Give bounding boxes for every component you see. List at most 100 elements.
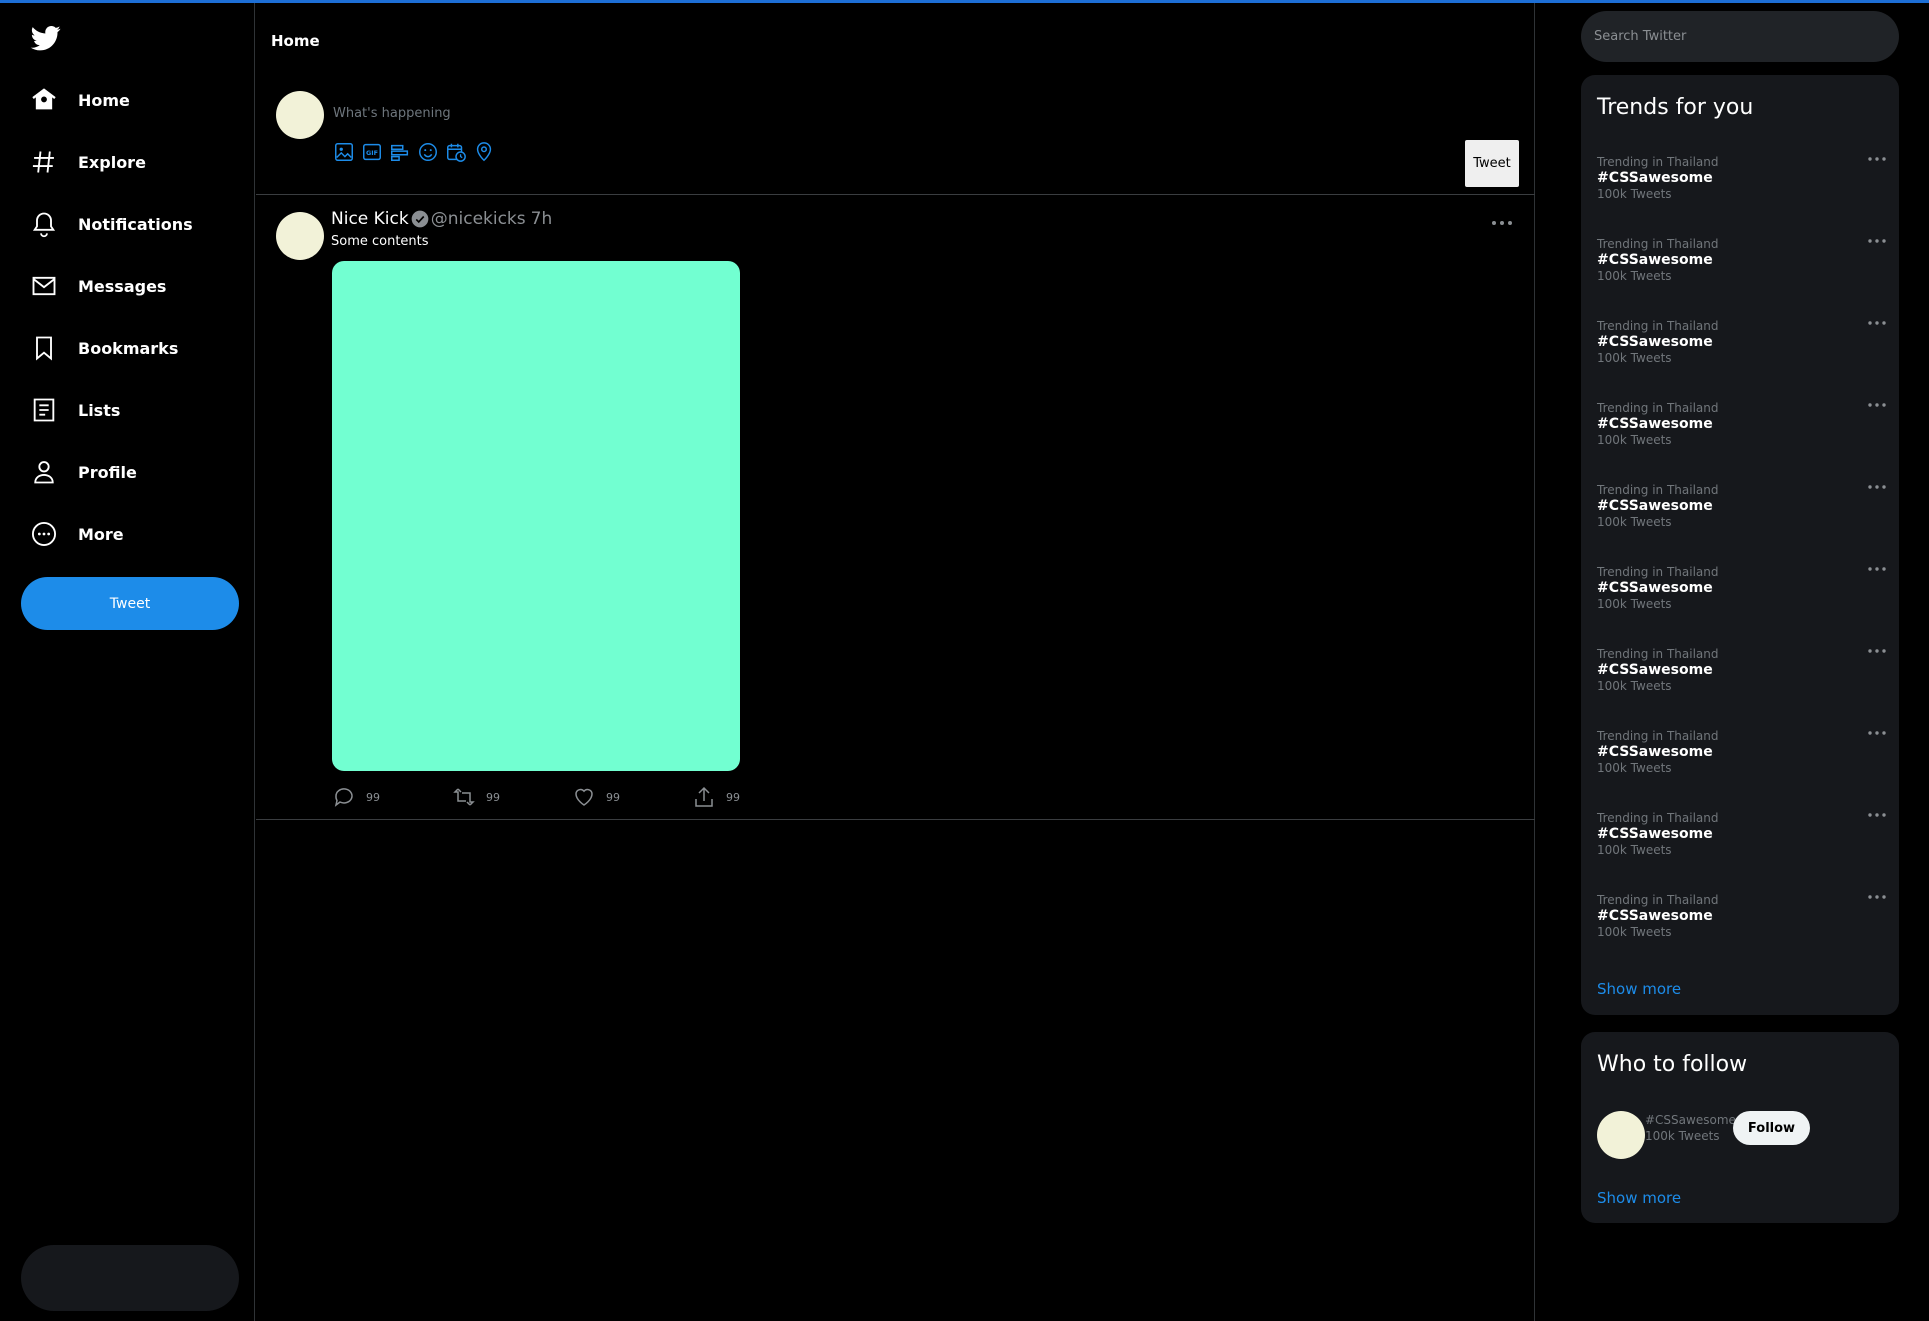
sidebar-tweet-button[interactable]: Tweet: [21, 577, 239, 630]
reply-icon: [334, 788, 353, 807]
trend-more-icon[interactable]: [1867, 401, 1887, 409]
retweet-icon: [453, 788, 475, 806]
trend-more-icon[interactable]: [1867, 237, 1887, 245]
nav-more[interactable]: More: [30, 514, 124, 554]
share-icon: [695, 786, 713, 807]
trend-more-icon[interactable]: [1867, 647, 1887, 655]
trend-more-icon[interactable]: [1867, 893, 1887, 901]
trends-show-more-link[interactable]: Show more: [1597, 980, 1681, 998]
nav-messages[interactable]: Messages: [30, 266, 166, 306]
post-avatar[interactable]: [276, 212, 324, 260]
trend-more-icon[interactable]: [1867, 319, 1887, 327]
search-input[interactable]: Search Twitter: [1581, 11, 1899, 62]
trend-count: 100k Tweets: [1597, 679, 1672, 693]
post-media[interactable]: [332, 261, 740, 771]
nav-home[interactable]: Home: [30, 80, 130, 120]
nav-label: Notifications: [78, 214, 193, 234]
trend-tag: #CSSawesome: [1597, 416, 1713, 432]
trend-tag: #CSSawesome: [1597, 498, 1713, 514]
nav-profile[interactable]: Profile: [30, 452, 137, 492]
image-icon[interactable]: [333, 141, 355, 163]
trend-tag: #CSSawesome: [1597, 744, 1713, 760]
trend-tag: #CSSawesome: [1597, 170, 1713, 186]
trend-item[interactable]: Trending in Thailand #CSSawesome 100k Twee…: [1597, 237, 1887, 297]
trend-tag: #CSSawesome: [1597, 580, 1713, 596]
gif-icon[interactable]: GIF: [361, 141, 383, 163]
trend-item[interactable]: Trending in Thailand #CSSawesome 100k Twee…: [1597, 729, 1887, 789]
reply-button[interactable]: 99: [332, 785, 452, 809]
nav-lists[interactable]: Lists: [30, 390, 120, 430]
who-to-follow-panel: Who to follow #CSSawesome 100k Tweets Fo…: [1581, 1032, 1899, 1223]
account-switcher[interactable]: [21, 1245, 239, 1311]
reply-count: 99: [366, 790, 380, 804]
trend-item[interactable]: Trending in Thailand #CSSawesome 100k Twee…: [1597, 401, 1887, 461]
verified-badge-icon: [411, 210, 429, 228]
compose-input[interactable]: What's happening: [333, 106, 451, 121]
trend-tag: #CSSawesome: [1597, 662, 1713, 678]
share-count: 99: [726, 790, 740, 804]
trend-more-icon[interactable]: [1867, 565, 1887, 573]
compose-avatar: [276, 91, 324, 139]
nav-label: Bookmarks: [78, 338, 179, 358]
nav-label: Lists: [78, 400, 121, 420]
trend-count: 100k Tweets: [1597, 269, 1672, 283]
trend-tag: #CSSawesome: [1597, 334, 1713, 350]
post-header: Nice Kick @nicekicks 7h: [331, 209, 552, 229]
location-icon[interactable]: [473, 141, 495, 163]
trend-item[interactable]: Trending in Thailand #CSSawesome 100k Twee…: [1597, 483, 1887, 543]
compose-toolbar: GIF: [333, 141, 495, 163]
nav-bookmarks[interactable]: Bookmarks: [30, 328, 178, 368]
divider: [256, 194, 1535, 195]
share-button[interactable]: 99: [692, 785, 812, 809]
trend-item[interactable]: Trending in Thailand #CSSawesome 100k Twee…: [1597, 893, 1887, 953]
trend-more-icon[interactable]: [1867, 729, 1887, 737]
trend-context: Trending in Thailand: [1597, 811, 1719, 825]
svg-text:GIF: GIF: [366, 149, 378, 157]
follow-show-more-link[interactable]: Show more: [1597, 1189, 1681, 1207]
nav-label: Explore: [78, 152, 146, 172]
envelope-icon: [32, 276, 56, 296]
trend-context: Trending in Thailand: [1597, 647, 1719, 661]
post-actions: 99 99 99 99: [332, 785, 812, 809]
twitter-logo-icon[interactable]: [30, 23, 62, 53]
like-button[interactable]: 99: [572, 785, 692, 809]
compose-tweet-button[interactable]: Tweet: [1465, 140, 1519, 187]
bookmark-icon: [36, 336, 52, 361]
trend-context: Trending in Thailand: [1597, 483, 1719, 497]
nav-label: Home: [78, 90, 130, 110]
post-author-name[interactable]: Nice Kick: [331, 209, 409, 229]
trend-tag: #CSSawesome: [1597, 252, 1713, 268]
follow-name[interactable]: #CSSawesome: [1645, 1112, 1736, 1128]
trend-more-icon[interactable]: [1867, 483, 1887, 491]
bell-icon: [32, 212, 56, 238]
trend-count: 100k Tweets: [1597, 515, 1672, 529]
follow-button[interactable]: Follow: [1733, 1111, 1810, 1145]
heart-icon: [575, 788, 593, 806]
poll-icon[interactable]: [389, 141, 411, 163]
nav-notifications[interactable]: Notifications: [30, 204, 193, 244]
emoji-icon[interactable]: [417, 141, 439, 163]
hashtag-icon: [32, 151, 54, 173]
trend-item[interactable]: Trending in Thailand #CSSawesome 100k Twee…: [1597, 811, 1887, 871]
follow-sub: 100k Tweets: [1645, 1129, 1720, 1143]
left-sidebar: Home Explore Notifications Messages Book…: [0, 3, 255, 1321]
post-text: Some contents: [331, 234, 429, 249]
trend-item[interactable]: Trending in Thailand #CSSawesome 100k Twee…: [1597, 647, 1887, 707]
post-more-icon[interactable]: [1490, 218, 1514, 228]
nav-label: More: [78, 524, 124, 544]
nav-explore[interactable]: Explore: [30, 142, 146, 182]
follow-avatar[interactable]: [1597, 1111, 1645, 1159]
trend-more-icon[interactable]: [1867, 155, 1887, 163]
nav-label: Profile: [78, 462, 137, 482]
trend-item[interactable]: Trending in Thailand #CSSawesome 100k Twee…: [1597, 155, 1887, 215]
follow-info: #CSSawesome 100k Tweets: [1645, 1112, 1736, 1144]
trend-item[interactable]: Trending in Thailand #CSSawesome 100k Twee…: [1597, 319, 1887, 379]
trend-more-icon[interactable]: [1867, 811, 1887, 819]
post-handle[interactable]: @nicekicks: [431, 209, 526, 229]
schedule-icon[interactable]: [445, 141, 467, 163]
trend-item[interactable]: Trending in Thailand #CSSawesome 100k Twee…: [1597, 565, 1887, 625]
like-count: 99: [606, 790, 620, 804]
person-icon: [34, 461, 54, 484]
retweet-button[interactable]: 99: [452, 785, 572, 809]
page-title: Home: [271, 32, 320, 50]
